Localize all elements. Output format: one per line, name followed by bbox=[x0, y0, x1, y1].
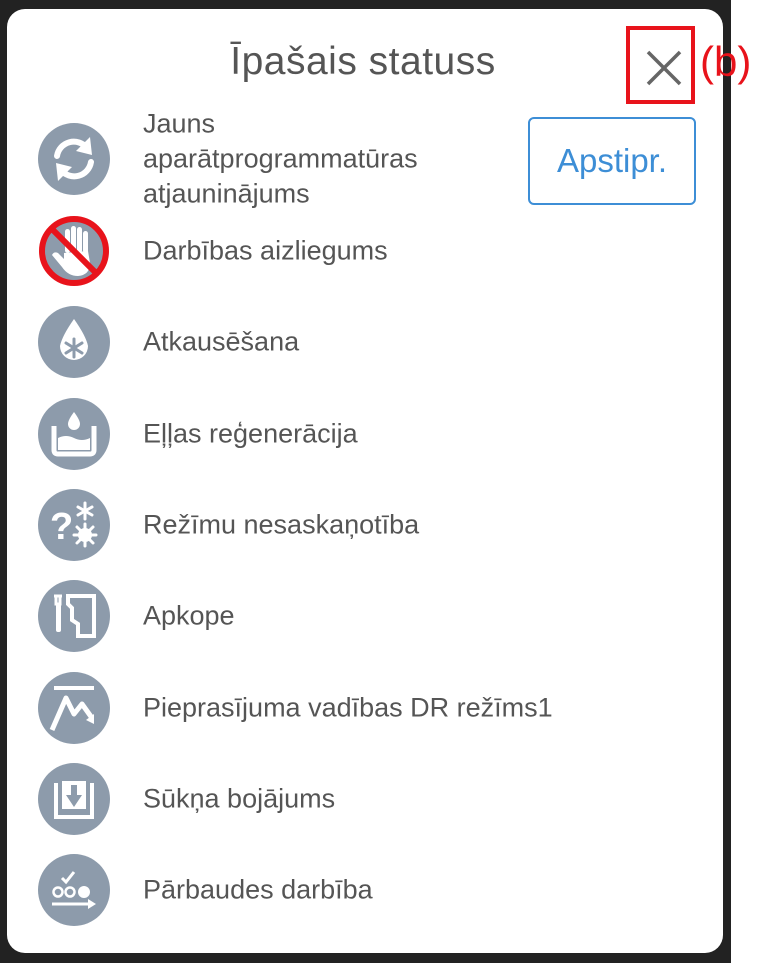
status-item-pump-failure: Sūkņa bojājums bbox=[38, 763, 698, 835]
refresh-icon bbox=[38, 123, 110, 195]
status-item-label: Sūkņa bojājums bbox=[143, 783, 336, 814]
status-item-label: Eļļas reģenerācija bbox=[143, 418, 358, 449]
pump-failure-icon bbox=[38, 763, 110, 835]
close-icon bbox=[646, 50, 682, 86]
status-item-operation-prohibited: Darbības aizliegums bbox=[38, 215, 698, 287]
status-item-maintenance: Apkope bbox=[38, 580, 698, 652]
annotation-label: (b) bbox=[700, 38, 752, 85]
status-item-oil-recovery: Eļļas reģenerācija bbox=[38, 398, 698, 470]
status-item-label: Darbības aizliegums bbox=[143, 235, 388, 266]
status-item-mode-mismatch: ? Režīmu nesaskaņotība bbox=[38, 489, 698, 561]
status-item-firmware-update: Jauns aparātprogrammatūras atjauninājums bbox=[38, 109, 698, 209]
maintenance-icon bbox=[38, 580, 110, 652]
close-button[interactable] bbox=[626, 26, 695, 104]
status-item-test-run: Pārbaudes darbība bbox=[38, 854, 698, 926]
status-item-label: Režīmu nesaskaņotība bbox=[143, 509, 420, 540]
status-item-label: Apkope bbox=[143, 600, 235, 631]
operation-prohibited-icon bbox=[39, 216, 109, 286]
svg-text:?: ? bbox=[50, 506, 73, 548]
defrost-icon bbox=[38, 306, 110, 378]
status-item-label: Atkausēšana bbox=[143, 326, 300, 357]
status-item-demand-response: Pieprasījuma vadības DR režīms1 bbox=[38, 672, 698, 744]
demand-response-icon bbox=[38, 672, 110, 744]
status-item-label: Pārbaudes darbība bbox=[143, 874, 373, 905]
status-item-label: Jauns aparātprogrammatūras atjauninājums bbox=[143, 108, 418, 209]
test-run-icon bbox=[38, 854, 110, 926]
oil-recovery-icon bbox=[38, 398, 110, 470]
status-item-defrost: Atkausēšana bbox=[38, 306, 698, 378]
dialog-title: Īpašais statuss bbox=[230, 40, 496, 83]
mode-mismatch-icon: ? bbox=[38, 489, 110, 561]
status-item-label: Pieprasījuma vadības DR režīms1 bbox=[143, 692, 553, 723]
